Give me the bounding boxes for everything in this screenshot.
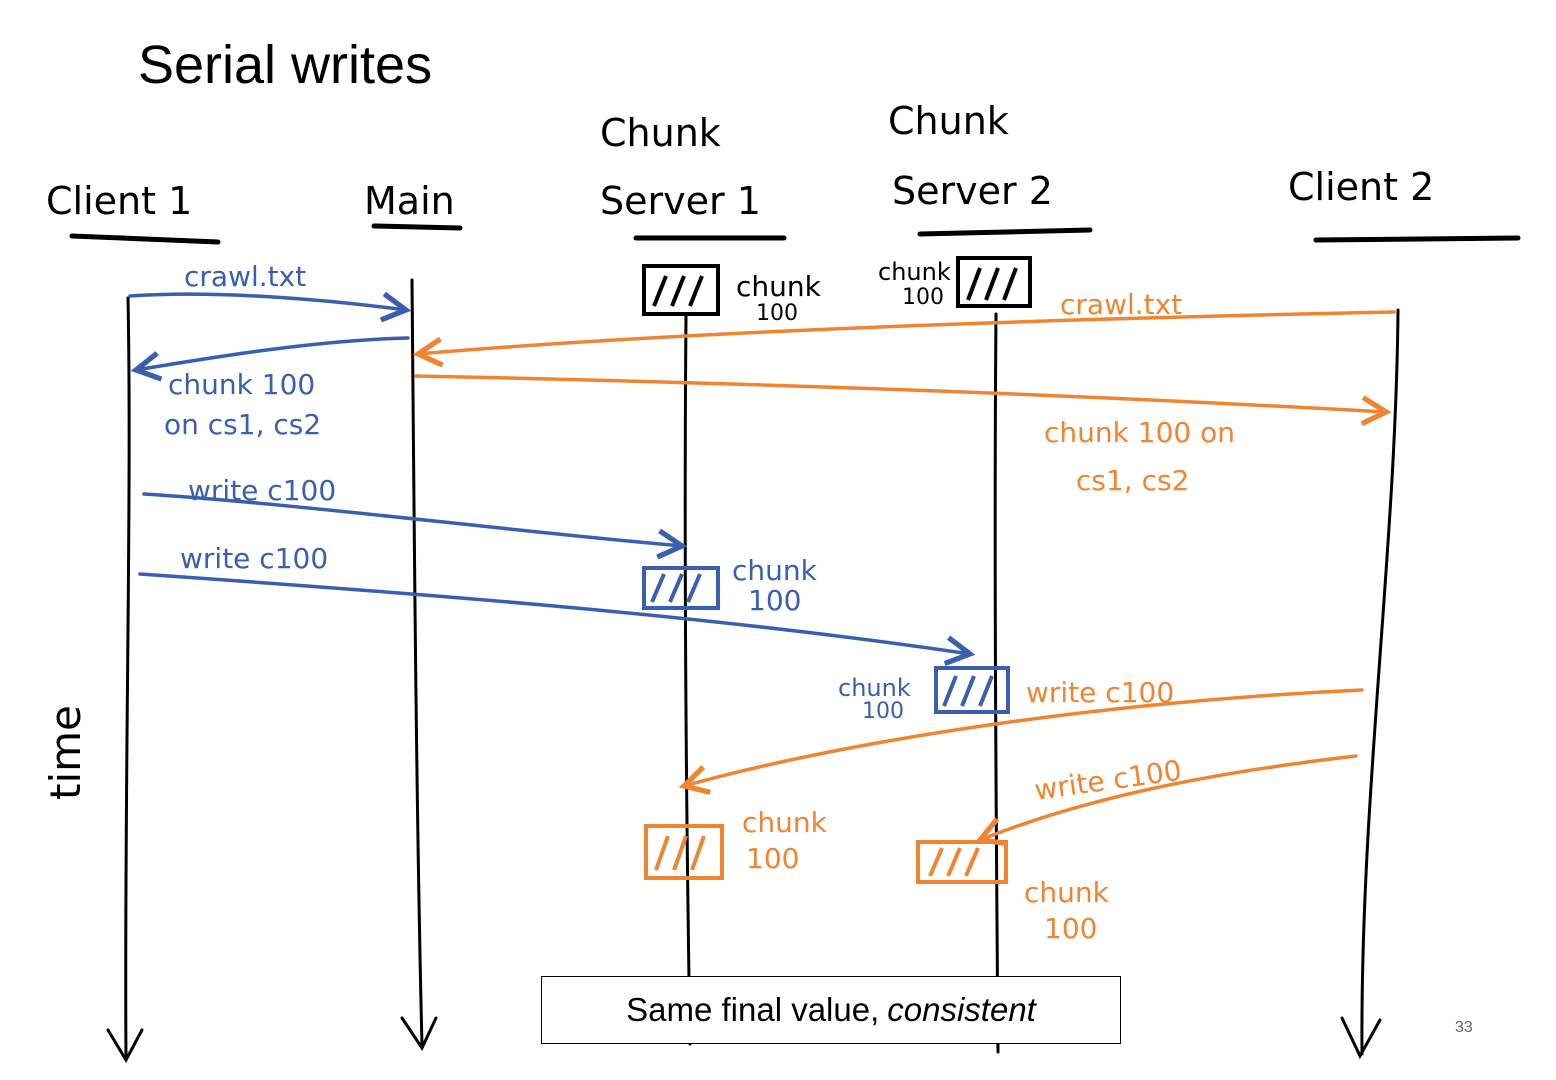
msg-client1-to-cs1-write-label: write c100 (188, 474, 336, 507)
participant-cs2-label-line1: Chunk (888, 99, 1009, 143)
cs2-chunk-after-client1-hatch (942, 675, 994, 707)
participant-cs1-label-line1: Chunk (600, 111, 721, 155)
participant-cs2-label-line2: Server 2 (892, 169, 1053, 213)
msg-client2-to-main-request-label: crawl.txt (1060, 288, 1182, 321)
time-axis-label: time (41, 705, 90, 800)
participant-client1-label: Client 1 (46, 179, 192, 223)
msg-client1-to-cs2-write (138, 572, 970, 654)
slide-number: 33 (1455, 1019, 1473, 1036)
lifeline-main-arrowhead (400, 1016, 438, 1052)
cs2-initial-chunk-label-1: chunk (878, 258, 951, 286)
cs1-initial-chunk-label-1: chunk (736, 270, 822, 303)
cs2-initial-chunk-label-2: 100 (902, 285, 944, 310)
msg-main-to-client2-response-label-1: chunk 100 on (1044, 416, 1235, 449)
cs1-chunk-after-client2-label-1: chunk (742, 806, 828, 839)
participant-client2-underline (1313, 235, 1521, 243)
conclusion-caption-emphasis: consistent (887, 991, 1036, 1028)
msg-client2-to-main-request (418, 310, 1396, 354)
cs1-chunk-after-client2-hatch (654, 835, 706, 871)
participant-cs2-underline (917, 227, 1093, 237)
msg-main-to-client2-response (414, 374, 1386, 412)
cs1-initial-chunk-hatch (652, 275, 704, 307)
lifeline-main (410, 278, 424, 1048)
msg-client2-to-cs1-write-label: write c100 (1026, 676, 1174, 709)
cs2-chunk-after-client2-label-2: 100 (1044, 912, 1097, 945)
conclusion-caption-text: Same final value, (626, 991, 880, 1028)
cs2-initial-chunk-hatch (966, 267, 1018, 301)
lifeline-client2 (1360, 308, 1400, 1056)
cs1-initial-chunk-label-2: 100 (756, 301, 798, 326)
cs1-initial-chunk-box (642, 264, 720, 316)
sequence-diagram: Client 1 Main Chunk Server 1 Chunk Serve… (41, 99, 1521, 1064)
msg-main-to-client1-response (136, 336, 410, 370)
slide-title: Serial writes (138, 35, 433, 95)
cs2-chunk-after-client1-label-2: 100 (862, 699, 904, 724)
conclusion-caption: Same final value, consistent (541, 976, 1121, 1044)
cs1-chunk-after-client1-label-1: chunk (732, 554, 818, 587)
lifeline-cs2 (993, 312, 1000, 1054)
msg-client1-to-cs2-write-label: write c100 (180, 542, 328, 575)
participant-client2-label: Client 2 (1288, 165, 1434, 209)
cs1-chunk-after-client1-label-2: 100 (748, 584, 801, 617)
msg-main-to-client1-response-label-1: chunk 100 (168, 368, 315, 401)
lifeline-cs1 (683, 314, 692, 1046)
msg-client2-to-cs1-write (684, 688, 1364, 786)
participant-cs1-label-line2: Server 1 (600, 179, 761, 223)
cs2-chunk-after-client1-label-1: chunk (838, 674, 911, 702)
participant-main-underline (371, 223, 463, 231)
participant-client1-underline (69, 233, 221, 245)
participant-main-label: Main (364, 179, 455, 223)
cs1-chunk-after-client1-hatch (650, 573, 702, 603)
cs1-chunk-after-client2-label-2: 100 (746, 842, 799, 875)
msg-main-to-client2-response-label-2: cs1, cs2 (1076, 464, 1189, 497)
msg-client1-to-main-request-label: crawl.txt (184, 260, 306, 293)
msg-main-to-client1-response-label-2: on cs1, cs2 (164, 408, 321, 441)
msg-client1-to-main-request (128, 294, 406, 310)
cs2-chunk-after-client2-hatch (928, 847, 980, 877)
cs2-chunk-after-client2-label-1: chunk (1024, 876, 1110, 909)
lifeline-client1 (124, 296, 131, 1060)
